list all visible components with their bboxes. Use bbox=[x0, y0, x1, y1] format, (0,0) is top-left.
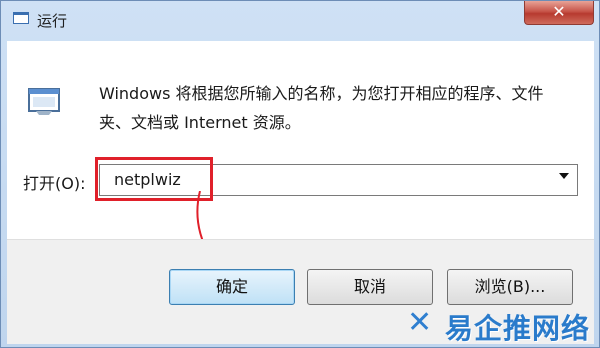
cancel-button[interactable]: 取消 bbox=[307, 269, 433, 305]
watermark-logo-icon: ✕ bbox=[407, 305, 433, 340]
run-program-icon bbox=[28, 88, 60, 115]
close-button[interactable]: ✕ bbox=[524, 1, 594, 25]
dialog-content: Windows 将根据您所输入的名称，为您打开相应的程序、文件夹、文档或 Int… bbox=[7, 41, 594, 344]
browse-button[interactable]: 浏览(B)... bbox=[447, 269, 573, 305]
watermark-text: 易企推网络 bbox=[445, 312, 591, 345]
dialog-description: Windows 将根据您所输入的名称，为您打开相应的程序、文件夹、文档或 Int… bbox=[99, 84, 544, 132]
window-title: 运行 bbox=[37, 12, 68, 30]
run-dialog-window: 运行 ✕ Windows 将根据您所输入的名称，为您打开相应的程序、文件夹、文档… bbox=[0, 0, 600, 348]
ok-button[interactable]: 确定 bbox=[169, 269, 295, 305]
open-label: 打开(O): bbox=[23, 174, 86, 193]
dropdown-arrow-icon[interactable] bbox=[559, 173, 569, 179]
run-app-icon bbox=[13, 12, 29, 24]
watermark: ✕ 易企推网络 bbox=[405, 303, 595, 345]
title-bar[interactable]: 运行 ✕ bbox=[1, 1, 600, 37]
